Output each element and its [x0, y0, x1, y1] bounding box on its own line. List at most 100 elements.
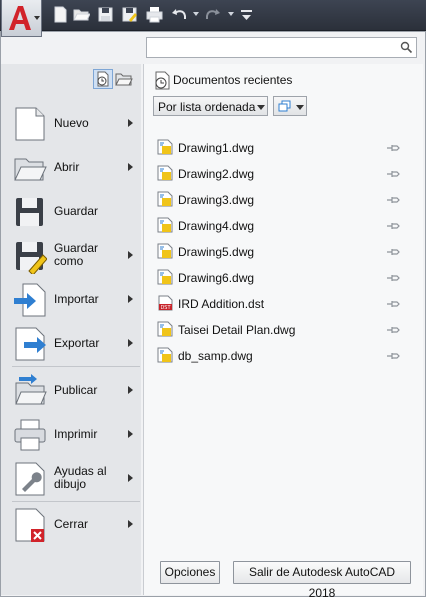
menu-guardar[interactable]: Guardar — [13, 194, 137, 234]
open-documents-toggle[interactable] — [114, 69, 134, 89]
submenu-arrow-icon — [128, 520, 133, 528]
open-folder-icon — [13, 150, 47, 186]
pin-icon[interactable] — [386, 220, 400, 230]
pin-icon[interactable] — [386, 350, 400, 360]
save-as-disk-icon — [13, 238, 47, 274]
recent-file-name: IRD Addition.dst — [178, 297, 265, 311]
recent-file-item[interactable]: DST IRD Addition.dst — [157, 294, 407, 314]
menu-abrir[interactable]: Abrir — [13, 150, 137, 190]
recent-file-name: Taisei Detail Plan.dwg — [178, 323, 296, 337]
menu-cerrar-label: Cerrar — [54, 517, 89, 531]
submenu-arrow-icon — [128, 163, 133, 171]
dwg-file-icon — [157, 269, 173, 285]
recent-documents-icon — [155, 71, 170, 90]
print-icon[interactable] — [146, 6, 163, 23]
recent-file-item[interactable]: db_samp.dwg — [157, 346, 407, 366]
save-disk-icon — [13, 194, 47, 230]
menu-importar[interactable]: Importar — [13, 282, 137, 322]
open-icon[interactable] — [73, 6, 90, 23]
new-doc-icon — [13, 106, 47, 142]
recent-file-name: Drawing6.dwg — [178, 271, 255, 285]
pin-icon[interactable] — [386, 168, 400, 178]
autocad-logo-icon — [9, 6, 31, 30]
pin-icon[interactable] — [386, 272, 400, 282]
pin-icon[interactable] — [386, 324, 400, 334]
recent-file-item[interactable]: Drawing6.dwg — [157, 268, 407, 288]
publish-icon — [13, 373, 47, 409]
recent-file-name: db_samp.dwg — [178, 349, 253, 363]
menu-separator — [12, 366, 140, 367]
wrench-icon — [13, 461, 47, 497]
menu-guardar-label: Guardar — [54, 204, 99, 218]
application-menu-button[interactable] — [1, 0, 42, 37]
menu-guardar-como[interactable]: Guardar como — [13, 238, 137, 278]
export-icon — [13, 326, 47, 362]
recent-file-item[interactable]: Drawing2.dwg — [157, 164, 407, 184]
pin-icon[interactable] — [386, 298, 400, 308]
menu-separator — [12, 501, 140, 502]
submenu-arrow-icon — [128, 119, 133, 127]
pin-icon[interactable] — [386, 246, 400, 256]
dwg-file-icon — [157, 347, 173, 363]
dwg-file-icon — [157, 243, 173, 259]
menu-imprimir-label: Imprimir — [54, 427, 98, 441]
customize-icon[interactable] — [238, 6, 255, 23]
recent-file-name: Drawing5.dwg — [178, 245, 255, 259]
recent-file-name: Drawing4.dwg — [178, 219, 255, 233]
quick-access-toolbar — [0, 0, 426, 31]
recent-file-item[interactable]: Drawing3.dwg — [157, 190, 407, 210]
svg-text:DST: DST — [160, 305, 171, 311]
dwg-file-icon — [157, 191, 173, 207]
recent-file-item[interactable]: Drawing4.dwg — [157, 216, 407, 236]
dst-file-icon: DST — [157, 295, 173, 311]
undo-dropdown-icon[interactable] — [193, 12, 199, 16]
sort-dropdown[interactable]: Por lista ordenada — [153, 96, 268, 116]
menu-ayudas-label: Ayudas al dibujo — [54, 464, 107, 491]
open-docs-icon — [115, 73, 133, 86]
dwg-file-icon — [157, 321, 173, 337]
menu-ayudas-al-dibujo[interactable]: Ayudas al dibujo — [13, 461, 137, 501]
search-box[interactable] — [146, 37, 417, 58]
save-icon[interactable] — [97, 6, 114, 23]
import-icon — [13, 282, 47, 318]
menu-imprimir[interactable]: Imprimir — [13, 417, 137, 457]
submenu-arrow-icon — [128, 295, 133, 303]
recent-file-item[interactable]: Drawing1.dwg — [157, 138, 407, 158]
options-button[interactable]: Opciones — [160, 561, 220, 584]
saveas-icon[interactable] — [121, 6, 138, 23]
sort-dropdown-label: Por lista ordenada — [158, 100, 256, 114]
undo-icon[interactable] — [171, 6, 188, 23]
menu-abrir-label: Abrir — [54, 160, 80, 174]
recent-docs-icon — [97, 71, 109, 87]
submenu-arrow-icon — [128, 251, 133, 259]
new-icon[interactable] — [52, 6, 69, 23]
exit-autocad-button[interactable]: Salir de Autodesk AutoCAD 2018 — [233, 561, 411, 600]
search-icon — [400, 41, 413, 54]
recent-file-name: Drawing3.dwg — [178, 193, 255, 207]
icon-view-icon — [278, 100, 291, 112]
redo-dropdown-icon[interactable] — [228, 12, 234, 16]
dwg-file-icon — [157, 165, 173, 181]
recent-file-name: Drawing2.dwg — [178, 167, 255, 181]
app-menu-caret-icon — [34, 16, 40, 20]
pin-icon[interactable] — [386, 194, 400, 204]
recent-file-name: Drawing1.dwg — [178, 141, 255, 155]
pin-icon[interactable] — [386, 142, 400, 152]
view-dropdown[interactable] — [273, 96, 307, 116]
dwg-file-icon — [157, 139, 173, 155]
redo-icon[interactable] — [204, 6, 221, 23]
menu-publicar[interactable]: Publicar — [13, 373, 137, 413]
recent-file-item[interactable]: Drawing5.dwg — [157, 242, 407, 262]
recent-documents-title: Documentos recientes — [173, 73, 293, 87]
recent-documents-toggle[interactable] — [93, 69, 113, 89]
menu-cerrar[interactable]: Cerrar — [13, 507, 137, 547]
menu-nuevo-label: Nuevo — [54, 116, 89, 130]
recent-file-item[interactable]: Taisei Detail Plan.dwg — [157, 320, 407, 340]
menu-nuevo[interactable]: Nuevo — [13, 106, 137, 146]
menu-exportar[interactable]: Exportar — [13, 326, 137, 366]
submenu-arrow-icon — [128, 430, 133, 438]
menu-importar-label: Importar — [54, 292, 99, 306]
chevron-down-icon — [296, 105, 304, 110]
menu-exportar-label: Exportar — [54, 336, 100, 350]
submenu-arrow-icon — [128, 339, 133, 347]
